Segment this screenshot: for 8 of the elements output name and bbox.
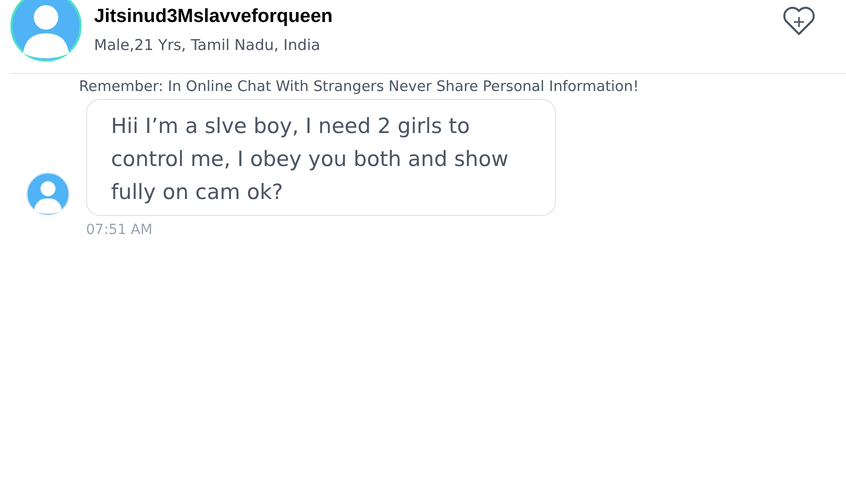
avatar-icon <box>26 172 70 216</box>
user-details: Male,21 Yrs, Tamil Nadu, India <box>94 36 322 54</box>
heart-plus-icon[interactable] <box>782 6 816 36</box>
message-bubble: Hii I’m a slve boy, I need 2 girls to control me, I obey you both and show fully on cam ok? <box>86 99 556 216</box>
user-name: Jitsinud3Mslavveforqueen <box>94 6 333 28</box>
avatar-icon <box>10 0 82 62</box>
safety-notice: Remember: In Online Chat With Strangers Never Share Personal Information! <box>79 79 640 95</box>
message-time: 07:51 AM <box>86 222 154 238</box>
